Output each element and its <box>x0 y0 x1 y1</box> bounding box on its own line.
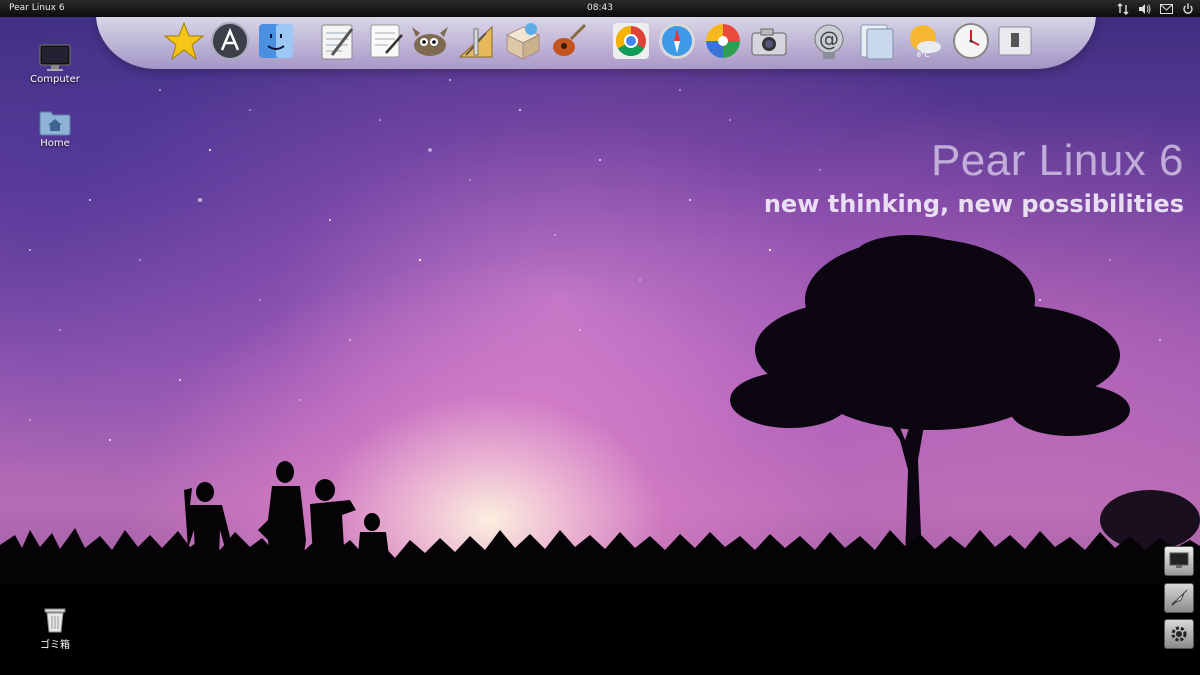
rocket-icon <box>1171 589 1188 606</box>
monitor-small-icon <box>1169 552 1189 568</box>
guitar-icon[interactable] <box>548 20 590 62</box>
package-installer-icon[interactable] <box>502 20 544 62</box>
notepad-icon[interactable] <box>317 20 359 62</box>
svg-text:@: @ <box>819 27 839 51</box>
camera-icon[interactable] <box>748 20 790 62</box>
wallpaper-tagline: Pear Linux 6 new thinking, new possibili… <box>764 133 1184 219</box>
app-store-icon[interactable] <box>209 20 251 62</box>
gimp-icon[interactable] <box>409 20 451 62</box>
volume-icon[interactable] <box>1138 3 1151 15</box>
weather-temperature: 8°C <box>916 51 930 59</box>
trash-dock-icon[interactable] <box>994 20 1036 62</box>
desktop-icon-label: Home <box>40 138 70 149</box>
wallpaper-title: Pear Linux 6 <box>930 136 1184 185</box>
launcher-button[interactable] <box>1164 583 1194 613</box>
desktop-icon-label: Computer <box>30 74 80 85</box>
clock-icon[interactable] <box>950 20 992 62</box>
wallpaper-slogan: new thinking, new possibilities <box>763 190 1184 218</box>
display-settings-button[interactable] <box>1164 546 1194 576</box>
gear-icon <box>1171 626 1187 642</box>
system-settings-button[interactable] <box>1164 619 1194 649</box>
landscape-silhouette <box>0 235 1200 675</box>
network-icon[interactable] <box>1117 2 1129 15</box>
desktop-icon-computer[interactable]: Computer <box>20 44 90 85</box>
weather-icon[interactable]: 8°C <box>902 20 944 62</box>
trash-icon <box>44 608 66 633</box>
mail-indicator-icon[interactable] <box>1160 3 1173 14</box>
home-folder-icon <box>39 111 71 136</box>
chrome-icon[interactable] <box>610 20 652 62</box>
text-editor-icon[interactable] <box>365 20 407 62</box>
safari-icon[interactable] <box>656 20 698 62</box>
monitor-icon <box>39 44 71 71</box>
power-icon[interactable] <box>1182 3 1194 15</box>
finder-icon[interactable] <box>255 20 297 62</box>
mail-icon[interactable]: @ <box>808 20 850 62</box>
system-tray <box>1117 0 1194 17</box>
star-icon[interactable] <box>163 20 205 62</box>
desktop-icon-trash[interactable]: ゴミ箱 <box>20 606 90 651</box>
clock[interactable]: 08:43 <box>0 0 1200 17</box>
tree-silhouette <box>730 235 1130 560</box>
folder-icon[interactable] <box>856 20 898 62</box>
desktop-icon-label: ゴミ箱 <box>40 640 70 651</box>
desktop-icon-home[interactable]: Home <box>20 110 90 149</box>
picasa-icon[interactable] <box>702 20 744 62</box>
top-panel: Pear Linux 6 08:43 <box>0 0 1200 17</box>
geometry-tools-icon[interactable] <box>455 20 497 62</box>
